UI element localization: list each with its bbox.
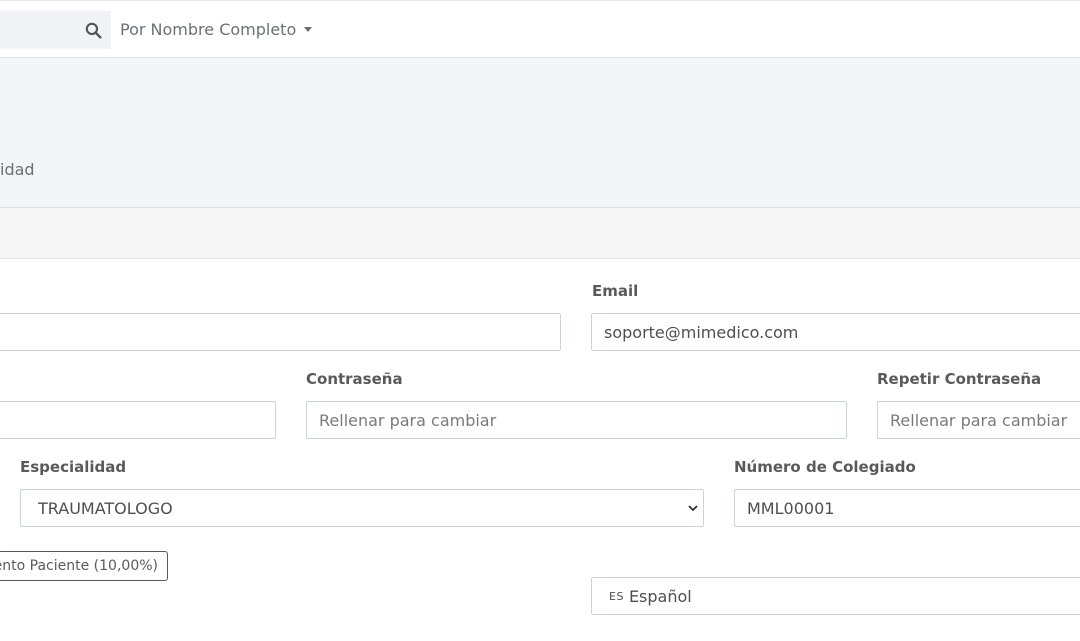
- password-field[interactable]: Rellenar para cambiar: [306, 401, 847, 439]
- collegiate-number-label: Número de Colegiado: [734, 458, 916, 476]
- chevron-down-icon: [688, 505, 698, 512]
- patient-discount-badge[interactable]: ento Paciente (10,00%): [0, 551, 168, 581]
- email-field[interactable]: soporte@mimedico.com: [591, 313, 1080, 351]
- specialty-label: Especialidad: [20, 458, 127, 476]
- name-field[interactable]: [0, 313, 561, 351]
- language-select[interactable]: ES Español: [591, 577, 1080, 615]
- search-mode-dropdown[interactable]: Por Nombre Completo: [120, 20, 313, 39]
- language-code: ES: [609, 589, 624, 603]
- search-mode-label: Por Nombre Completo: [120, 20, 297, 39]
- collegiate-number-field[interactable]: MML00001: [734, 489, 1080, 527]
- patient-discount-text: ento Paciente (10,00%): [0, 558, 158, 574]
- specialty-selected-value: TRAUMATOLOGO: [38, 498, 173, 518]
- search-button[interactable]: [76, 11, 111, 49]
- password-label: Contraseña: [306, 370, 403, 388]
- top-navbar: Por Nombre Completo: [0, 0, 1080, 58]
- left-field[interactable]: [0, 401, 276, 439]
- language-label: Español: [628, 586, 692, 606]
- breadcrumb-text: idad: [0, 160, 35, 179]
- specialty-select[interactable]: TRAUMATOLOGO: [20, 489, 704, 527]
- email-label: Email: [592, 282, 639, 300]
- page-header: idad: [0, 58, 1080, 208]
- repeat-password-label: Repetir Contraseña: [877, 370, 1042, 388]
- caret-down-icon: [304, 27, 313, 32]
- search-icon: [85, 22, 102, 39]
- repeat-password-field[interactable]: Rellenar para cambiar: [877, 401, 1080, 439]
- search-input[interactable]: [0, 11, 111, 49]
- card-header: [0, 208, 1080, 259]
